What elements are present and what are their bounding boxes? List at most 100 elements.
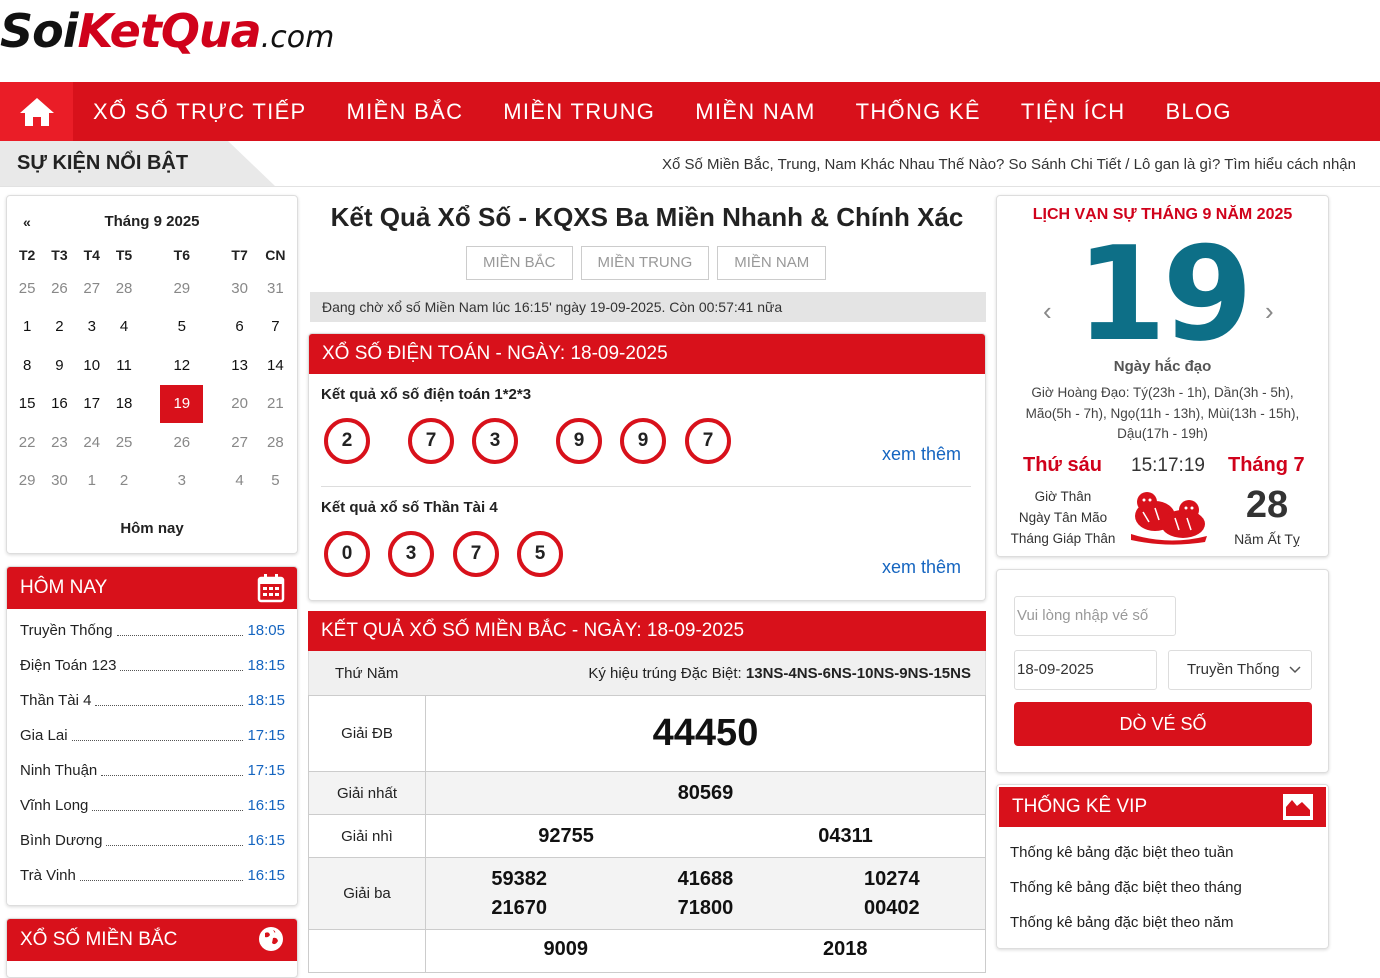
calendar-month-title: Tháng 9 2025 <box>104 213 200 230</box>
prize-label: Giải ba <box>308 857 426 930</box>
tiger-zodiac-icon <box>1131 492 1207 545</box>
calendar-day[interactable]: 24 <box>76 423 108 462</box>
calendar-day[interactable]: 23 <box>43 423 75 462</box>
home-button[interactable] <box>0 82 73 141</box>
xsmb-sidebar-box: XỔ SỐ MIỀN BẮC <box>6 918 298 978</box>
lunar-year: Năm Ất Tỵ <box>1234 531 1300 547</box>
calendar-day[interactable]: 2 <box>108 462 140 501</box>
nav-mien-nam[interactable]: MIỀN NAM <box>675 99 835 125</box>
calendar-day[interactable]: 6 <box>223 308 255 347</box>
vip-link-year[interactable]: Thống kê bảng đặc biệt theo năm <box>1010 905 1328 940</box>
calendar-today-link[interactable]: Hôm nay <box>7 520 297 537</box>
calendar-day[interactable]: 29 <box>11 462 43 501</box>
than-tai-4-section: Kết quả xổ số Thần Tài 4 0 3 7 5 xem thê… <box>321 487 971 600</box>
calendar-day[interactable]: 4 <box>108 308 140 347</box>
calendar-day[interactable]: 11 <box>108 346 140 385</box>
site-logo[interactable]: Soi KetQua .com <box>0 4 334 74</box>
xem-them-link[interactable]: xem thêm <box>882 444 961 465</box>
calendar-day[interactable]: 28 <box>256 423 295 462</box>
schedule-item[interactable]: Bình Dương 16:15 <box>20 823 285 858</box>
calendar-day[interactable]: 2 <box>43 308 75 347</box>
calendar-day[interactable]: 12 <box>140 346 223 385</box>
schedule-item[interactable]: Trà Vinh 16:15 <box>20 858 285 893</box>
dien-toan-header: XỔ SỐ ĐIỆN TOÁN - NGÀY: 18-09-2025 <box>309 334 985 374</box>
leader-dots <box>71 731 244 741</box>
schedule-item[interactable]: Ninh Thuận 17:15 <box>20 753 285 788</box>
can-chi-hour: Giờ Thân <box>1034 489 1092 504</box>
xem-them-link[interactable]: xem thêm <box>882 557 961 578</box>
calendar-day[interactable]: 25 <box>108 423 140 462</box>
calendar-day[interactable]: 9 <box>43 346 75 385</box>
results-table: Giải ĐB 44450 Giải nhất 80569 Giải nhì 9… <box>308 695 986 973</box>
calendar-day[interactable]: 30 <box>223 269 255 308</box>
vip-link-month[interactable]: Thống kê bảng đặc biệt theo tháng <box>1010 870 1328 905</box>
calendar-day[interactable]: 5 <box>256 462 295 501</box>
region-buttons: MIỀN BẮC MIỀN TRUNG MIỀN NAM <box>466 246 827 280</box>
calendar-day[interactable]: 8 <box>11 346 43 385</box>
schedule-item[interactable]: Vĩnh Long 16:15 <box>20 788 285 823</box>
region-button-mien-bac[interactable]: MIỀN BẮC <box>466 246 573 280</box>
calendar-day[interactable]: 15 <box>11 385 43 424</box>
leader-dots <box>116 626 244 636</box>
schedule-name: Gia Lai <box>20 727 68 744</box>
lottery-type-select[interactable]: Truyền Thống <box>1168 650 1312 690</box>
prize-value: 10274 <box>864 867 920 890</box>
calendar-day[interactable]: 29 <box>140 269 223 308</box>
result-ball: 3 <box>472 418 518 464</box>
dien-toan-box: XỔ SỐ ĐIỆN TOÁN - NGÀY: 18-09-2025 Kết q… <box>308 333 986 601</box>
region-button-mien-trung[interactable]: MIỀN TRUNG <box>580 246 710 280</box>
nav-blog[interactable]: BLOG <box>1145 99 1251 125</box>
do-ve-so-button[interactable]: DÒ VÉ SỐ <box>1014 702 1312 746</box>
ticket-number-input[interactable]: Vui lòng nhập vé số <box>1014 596 1176 636</box>
chevron-right-icon[interactable]: › <box>1265 296 1274 327</box>
calendar-day[interactable]: 25 <box>11 269 43 308</box>
schedule-item[interactable]: Gia Lai 17:15 <box>20 718 285 753</box>
prize-values: 9009 2018 <box>425 929 986 973</box>
prize-special-value: 44450 <box>425 695 986 772</box>
prize-value: 59382 <box>491 867 547 890</box>
calendar-day[interactable]: 7 <box>256 308 295 347</box>
calendar-day[interactable]: 17 <box>76 385 108 424</box>
calendar-day[interactable]: 14 <box>256 346 295 385</box>
calendar-day[interactable]: 18 <box>108 385 140 424</box>
schedule-time: 18:15 <box>247 692 285 709</box>
weekday-header: T4 <box>83 247 100 263</box>
calendar-day[interactable]: 21 <box>256 385 295 424</box>
nav-mien-bac[interactable]: MIỀN BẮC <box>327 99 484 125</box>
calendar-day[interactable]: 28 <box>108 269 140 308</box>
calendar-day[interactable]: 1 <box>76 462 108 501</box>
calendar-day[interactable]: 27 <box>223 423 255 462</box>
prize-value: 2018 <box>823 938 868 960</box>
lunar-day: 28 <box>1245 484 1289 526</box>
calendar-day-today[interactable]: 19 <box>140 384 223 424</box>
schedule-item[interactable]: Truyền Thống 18:05 <box>20 613 285 648</box>
calendar-day[interactable]: 5 <box>140 308 223 347</box>
calendar-day[interactable]: 22 <box>11 423 43 462</box>
calendar-day[interactable]: 16 <box>43 385 75 424</box>
xsmb-sidebar-header[interactable]: XỔ SỐ MIỀN BẮC <box>7 919 297 961</box>
nav-xo-so-truc-tiep[interactable]: XỔ SỐ TRỰC TIẾP <box>73 99 327 125</box>
schedule-item[interactable]: Điện Toán 123 18:15 <box>20 648 285 683</box>
calendar-day[interactable]: 31 <box>256 269 295 308</box>
calendar-day[interactable]: 4 <box>223 462 255 501</box>
nav-thong-ke[interactable]: THỐNG KÊ <box>836 99 1001 125</box>
calendar-day[interactable]: 10 <box>76 346 108 385</box>
nav-mien-trung[interactable]: MIỀN TRUNG <box>483 99 675 125</box>
schedule-item[interactable]: Thần Tài 4 18:15 <box>20 683 285 718</box>
nav-tien-ich[interactable]: TIỆN ÍCH <box>1001 99 1146 125</box>
calendar-day[interactable]: 26 <box>43 269 75 308</box>
vip-link-week[interactable]: Thống kê bảng đặc biệt theo tuần <box>1010 835 1328 870</box>
region-button-mien-nam[interactable]: MIỀN NAM <box>717 246 827 280</box>
calendar-day[interactable]: 26 <box>140 423 223 462</box>
calendar-day[interactable]: 13 <box>223 346 255 385</box>
calendar-day[interactable]: 3 <box>140 462 223 501</box>
event-marquee[interactable]: Xổ Số Miền Bắc, Trung, Nam Khác Nhau Thế… <box>662 156 1356 173</box>
date-input[interactable]: 18-09-2025 <box>1014 650 1157 690</box>
calendar-day[interactable]: 27 <box>76 269 108 308</box>
chart-area-icon <box>1283 794 1313 820</box>
event-label: SỰ KIỆN NỔI BẬT <box>0 141 275 186</box>
calendar-day[interactable]: 20 <box>223 385 255 424</box>
calendar-day[interactable]: 30 <box>43 462 75 501</box>
calendar-day[interactable]: 3 <box>76 308 108 347</box>
calendar-day[interactable]: 1 <box>11 308 43 347</box>
